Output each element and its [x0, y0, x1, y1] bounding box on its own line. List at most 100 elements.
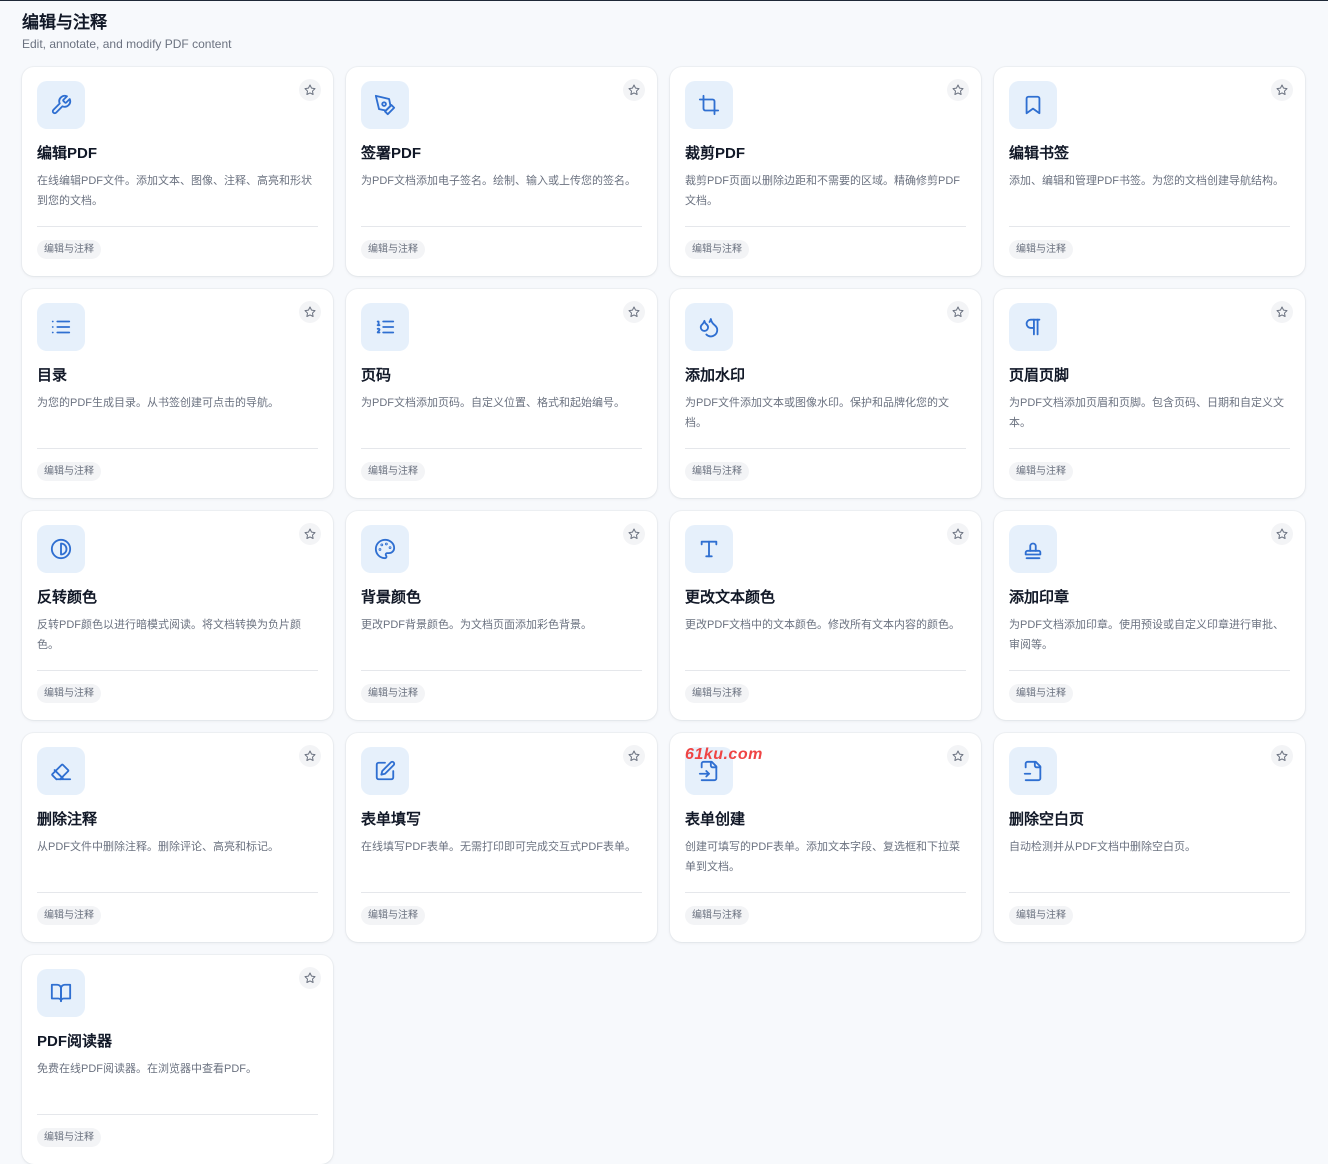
favorite-button[interactable]	[623, 523, 645, 545]
card-divider	[37, 1114, 318, 1115]
favorite-button[interactable]	[299, 523, 321, 545]
tool-icon-box	[37, 303, 85, 351]
tool-card[interactable]: 编辑书签 添加、编辑和管理PDF书签。为您的文档创建导航结构。 编辑与注释	[994, 67, 1305, 276]
category-tag: 编辑与注释	[37, 462, 101, 481]
tool-description: 免费在线PDF阅读器。在浏览器中查看PDF。	[37, 1063, 257, 1075]
tool-title: 编辑PDF	[37, 145, 98, 162]
page-subtitle: Edit, annotate, and modify PDF content	[22, 37, 232, 51]
list-icon	[51, 320, 71, 334]
favorite-button[interactable]	[947, 79, 969, 101]
tool-icon-box	[361, 525, 409, 573]
tool-title: 签署PDF	[361, 145, 422, 162]
tool-card[interactable]: 表单创建 创建可填写的PDF表单。添加文本字段、复选框和下拉菜单到文档。 编辑与注释	[670, 733, 981, 942]
tool-title: 更改文本颜色	[685, 589, 776, 606]
favorite-button[interactable]	[1271, 301, 1293, 323]
star-icon	[1276, 306, 1288, 317]
pilcrow-icon	[1025, 318, 1041, 336]
star-icon	[1276, 528, 1288, 539]
tool-title: 编辑书签	[1009, 145, 1070, 162]
star-icon	[628, 750, 640, 761]
tool-title: 页眉页脚	[1009, 367, 1070, 384]
palette-icon	[374, 538, 396, 560]
star-icon	[628, 528, 640, 539]
tool-title: 背景颜色	[361, 589, 422, 606]
favorite-button[interactable]	[623, 79, 645, 101]
tool-card[interactable]: 删除空白页 自动检测并从PDF文档中删除空白页。 编辑与注释	[994, 733, 1305, 942]
category-tag: 编辑与注释	[1009, 462, 1073, 481]
tool-card[interactable]: 页码 为PDF文档添加页码。自定义位置、格式和起始编号。 编辑与注释	[346, 289, 657, 498]
tool-description: 添加、编辑和管理PDF书签。为您的文档创建导航结构。	[1009, 175, 1284, 187]
category-tag: 编辑与注释	[37, 906, 101, 925]
favorite-button[interactable]	[947, 745, 969, 767]
page-title: 编辑与注释	[22, 13, 107, 32]
tool-title: 添加印章	[1009, 589, 1070, 606]
tool-card[interactable]: 反转颜色反转PDF颜色以进行暗模式阅读。将文档转换为负片颜色。编辑与注释	[22, 511, 333, 720]
favorite-button[interactable]	[947, 301, 969, 323]
tool-description: 反转PDF颜色以进行暗模式阅读。将文档转换为负片颜色。	[37, 619, 301, 651]
tool-title: 删除空白页	[1009, 811, 1085, 828]
tool-description: 在线填写PDF表单。无需打印即可完成交互式PDF表单。	[361, 841, 636, 853]
favorite-button[interactable]	[299, 301, 321, 323]
card-divider	[361, 448, 642, 449]
tool-icon-box	[361, 81, 409, 129]
card-divider	[1009, 448, 1290, 449]
tool-icon-box	[37, 747, 85, 795]
tool-card[interactable]: PDF阅读器 免费在线PDF阅读器。在浏览器中查看PDF。 编辑与注释	[22, 955, 333, 1164]
favorite-button[interactable]	[623, 301, 645, 323]
tool-description: 从PDF文件中删除注释。删除评论、高亮和标记。	[37, 841, 279, 853]
favorite-button[interactable]	[1271, 745, 1293, 767]
pen-tool-icon	[374, 94, 396, 116]
category-tag: 编辑与注释	[37, 1128, 101, 1147]
contrast-icon	[50, 538, 72, 560]
tool-card[interactable]: 页眉页脚为PDF文档添加页眉和页脚。包含页码、日期和自定义文本。编辑与注释	[994, 289, 1305, 498]
tool-title: 反转颜色	[37, 589, 98, 606]
tool-card[interactable]: 目录 为您的PDF生成目录。从书签创建可点击的导航。 编辑与注释	[22, 289, 333, 498]
tool-icon-box	[685, 81, 733, 129]
tool-icon-box	[361, 747, 409, 795]
favorite-button[interactable]	[623, 745, 645, 767]
tool-card[interactable]: 更改文本颜色 更改PDF文档中的文本颜色。修改所有文本内容的颜色。 编辑与注释	[670, 511, 981, 720]
type-icon	[700, 540, 718, 558]
tool-icon-box	[1009, 747, 1057, 795]
watermark-text: 61ku.com	[685, 746, 763, 763]
tool-title: 页码	[361, 367, 392, 384]
tool-grid: 编辑PDF 在线编辑PDF文件。添加文本、图像、注释、高亮和形状到您的文档。 编辑与…	[22, 67, 1305, 1164]
tool-card[interactable]: 添加印章 为PDF文档添加印章。使用预设或自定义印章进行审批、审阅等。 编辑与注释	[994, 511, 1305, 720]
card-divider	[361, 226, 642, 227]
favorite-button[interactable]	[947, 523, 969, 545]
star-icon	[952, 306, 964, 317]
tool-icon-box	[361, 303, 409, 351]
category-tag: 编辑与注释	[37, 684, 101, 703]
favorite-button[interactable]	[1271, 79, 1293, 101]
star-icon	[952, 84, 964, 95]
card-divider	[37, 226, 318, 227]
favorite-button[interactable]	[1271, 523, 1293, 545]
star-icon	[304, 84, 316, 95]
tool-icon-box	[685, 303, 733, 351]
tool-card[interactable]: 签署PDF 为PDF文档添加电子签名。绘制、输入或上传您的签名。 编辑与注释	[346, 67, 657, 276]
tool-description: 为PDF文档添加印章。使用预设或自定义印章进行审批、审阅等。	[1009, 619, 1284, 651]
card-divider	[37, 892, 318, 893]
star-icon	[304, 528, 316, 539]
tool-card[interactable]: 添加水印 为PDF文件添加文本或图像水印。保护和品牌化您的文档。 编辑与注释	[670, 289, 981, 498]
tool-card[interactable]: 裁剪PDF 裁剪PDF页面以删除边距和不需要的区域。精确修剪PDF文档。 编辑与注释	[670, 67, 981, 276]
category-tag: 编辑与注释	[685, 684, 749, 703]
tool-icon-box	[37, 81, 85, 129]
page-header: 编辑与注释 Edit, annotate, and modify PDF con…	[22, 12, 231, 52]
tool-card[interactable]: 背景颜色 更改PDF背景颜色。为文档页面添加彩色背景。 编辑与注释	[346, 511, 657, 720]
tool-icon-box	[1009, 525, 1057, 573]
category-tag: 编辑与注释	[361, 906, 425, 925]
favorite-button[interactable]	[299, 79, 321, 101]
tool-description: 为PDF文档添加页眉和页脚。包含页码、日期和自定义文本。	[1009, 397, 1284, 429]
tool-card[interactable]: 删除注释 从PDF文件中删除注释。删除评论、高亮和标记。 编辑与注释	[22, 733, 333, 942]
star-icon	[952, 750, 964, 761]
star-icon	[1276, 750, 1288, 761]
favorite-button[interactable]	[299, 745, 321, 767]
favorite-button[interactable]	[299, 967, 321, 989]
card-divider	[685, 670, 966, 671]
card-divider	[685, 448, 966, 449]
tool-card[interactable]: 编辑PDF 在线编辑PDF文件。添加文本、图像、注释、高亮和形状到您的文档。 编辑与…	[22, 67, 333, 276]
tool-title: 表单填写	[361, 811, 422, 828]
tool-title: 添加水印	[685, 367, 746, 384]
tool-card[interactable]: 表单填写在线填写PDF表单。无需打印即可完成交互式PDF表单。编辑与注释	[346, 733, 657, 942]
